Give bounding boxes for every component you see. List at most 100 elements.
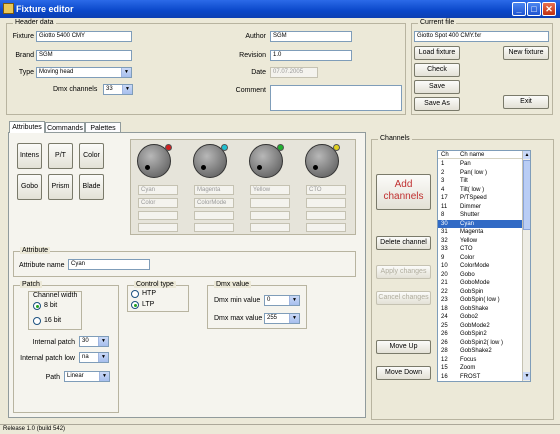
check-button[interactable]: Check <box>414 63 460 77</box>
tab-attributes[interactable]: Attributes <box>9 121 45 133</box>
apply-changes-button[interactable]: Apply changes <box>376 265 431 279</box>
channel-row[interactable]: 22 GobSpin <box>438 288 522 296</box>
channel-row[interactable]: 18 GobShake <box>438 305 522 313</box>
author-field[interactable]: SGM <box>270 31 352 42</box>
channel-name: Pan <box>460 161 471 167</box>
comment-field[interactable] <box>270 85 402 111</box>
knob-extra-field[interactable] <box>138 211 178 220</box>
channel-row[interactable]: 24 Gobo2 <box>438 313 522 321</box>
knob-extra-field[interactable] <box>194 223 234 232</box>
channel-row[interactable]: 26 GobSpin2( low ) <box>438 339 522 347</box>
16bit-radio[interactable] <box>33 317 41 325</box>
ltp-radio[interactable] <box>131 301 139 309</box>
attribute-name-field[interactable]: Cyan <box>68 259 150 270</box>
channel-name: GoboMode <box>460 280 490 286</box>
cancel-changes-button[interactable]: Cancel changes <box>376 291 431 305</box>
knob-extra-field[interactable] <box>250 211 290 220</box>
channel-row[interactable]: 11 Dimmer <box>438 203 522 211</box>
attr-intens-button[interactable]: Intens <box>17 143 42 169</box>
control-type-label: Control type <box>134 281 176 288</box>
revision-field[interactable]: 1.0 <box>270 50 352 61</box>
attr-prism-button[interactable]: Prism <box>48 174 73 200</box>
channel-row[interactable]: 28 GobShake2 <box>438 347 522 355</box>
channel-row[interactable]: 12 Focus <box>438 356 522 364</box>
knob-name-field[interactable]: Yellow <box>250 185 290 195</box>
attr-gobo-button[interactable]: Gobo <box>17 174 42 200</box>
channel-row[interactable]: 8 Shutter <box>438 211 522 219</box>
channel-row[interactable]: 21 GoboMode <box>438 279 522 287</box>
save-as-button[interactable]: Save As <box>414 97 460 111</box>
channel-list[interactable]: Ch Ch name 1 Pan 2 Pan( low ) 3 Tilt 4 Tilt( lo… <box>437 150 531 382</box>
channel-row[interactable]: 33 CTO <box>438 245 522 253</box>
attr-pt-button[interactable]: P/T <box>48 143 73 169</box>
brand-field[interactable]: SGM <box>36 50 132 61</box>
cyan-knob[interactable] <box>137 144 172 178</box>
knob-extra-field[interactable] <box>306 211 346 220</box>
channel-row[interactable]: 4 Tilt( low ) <box>438 186 522 194</box>
magenta-knob[interactable] <box>193 144 228 178</box>
channel-row[interactable]: 26 GobSpin2 <box>438 330 522 338</box>
maximize-button[interactable]: □ <box>527 2 541 16</box>
knob-name-field[interactable]: Magenta <box>194 185 234 195</box>
channel-number: 26 <box>441 339 448 346</box>
channel-row[interactable]: 23 GobSpin( low ) <box>438 296 522 304</box>
channel-row[interactable]: 30 Cyan <box>438 219 522 228</box>
channel-row[interactable]: 31 Magenta <box>438 228 522 236</box>
channel-row[interactable]: 25 GobMode2 <box>438 322 522 330</box>
attr-blade-button[interactable]: Blade <box>79 174 104 200</box>
channel-row[interactable]: 15 Zoom <box>438 364 522 372</box>
fixture-field[interactable]: Giotto 5400 CMY <box>36 31 132 42</box>
save-button[interactable]: Save <box>414 80 460 94</box>
channel-row[interactable]: 32 Yellow <box>438 237 522 245</box>
knob-extra-field[interactable] <box>138 223 178 232</box>
attr-color-button[interactable]: Color <box>79 143 104 169</box>
knob-name-field[interactable]: CTO <box>306 185 346 195</box>
add-channels-button[interactable]: Add channels <box>376 174 431 210</box>
knob-extra-field[interactable] <box>194 211 234 220</box>
exit-button[interactable]: Exit <box>503 95 549 109</box>
cto-knob[interactable] <box>305 144 340 178</box>
minimize-button[interactable]: _ <box>512 2 526 16</box>
knob-extra-field[interactable] <box>250 223 290 232</box>
dmx-value-label: Dmx value <box>214 281 252 288</box>
channel-row[interactable]: 17 P/TSpeed <box>438 194 522 202</box>
type-select[interactable]: Moving head ▼ <box>36 67 132 78</box>
knob-name-field[interactable]: Cyan <box>138 185 178 195</box>
knob-sub-field[interactable]: ColorMode <box>194 198 234 208</box>
scroll-down-icon[interactable]: ▼ <box>523 372 530 380</box>
channel-row[interactable]: 2 Pan( low ) <box>438 169 522 177</box>
dmx-max-select[interactable]: 255 ▼ <box>264 313 300 324</box>
internal-patch-low-select[interactable]: na ▼ <box>79 352 109 363</box>
htp-radio[interactable] <box>131 290 139 298</box>
fixture-label: Fixture <box>12 33 34 40</box>
load-fixture-button[interactable]: Load fixture <box>414 46 460 60</box>
date-field[interactable]: 07.07.2005 <box>270 67 318 78</box>
scroll-thumb[interactable] <box>523 160 530 230</box>
close-button[interactable]: ✕ <box>542 2 556 16</box>
channel-row[interactable]: 1 Pan <box>438 160 522 168</box>
channel-row[interactable]: 20 Gobo <box>438 271 522 279</box>
move-down-button[interactable]: Move Down <box>376 366 431 380</box>
knob-sub-field[interactable]: Color <box>138 198 178 208</box>
8bit-radio[interactable] <box>33 302 41 310</box>
move-up-button[interactable]: Move Up <box>376 340 431 354</box>
knob-sub-field[interactable] <box>250 198 290 208</box>
channel-row[interactable]: 3 Tilt <box>438 177 522 185</box>
internal-patch-select[interactable]: 30 ▼ <box>79 336 109 347</box>
channel-name: CTO <box>460 246 473 252</box>
current-file-field[interactable]: Giotto Spot 400 CMY.fxr <box>414 31 549 42</box>
knob-sub-field[interactable] <box>306 198 346 208</box>
dmx-channels-select[interactable]: 33 ▼ <box>103 84 133 95</box>
channel-row[interactable]: 9 Color <box>438 254 522 262</box>
path-select[interactable]: Linear ▼ <box>64 371 110 382</box>
knob-extra-field[interactable] <box>306 223 346 232</box>
channel-list-scrollbar[interactable]: ▲ ▼ <box>522 151 530 381</box>
delete-channel-button[interactable]: Delete channel <box>376 236 431 250</box>
scroll-up-icon[interactable]: ▲ <box>523 151 530 159</box>
list-header: Ch Ch name <box>438 151 522 159</box>
channel-row[interactable]: 16 FROST <box>438 373 522 381</box>
dmx-min-select[interactable]: 0 ▼ <box>264 295 300 306</box>
yellow-knob[interactable] <box>249 144 284 178</box>
new-fixture-button[interactable]: New fixture <box>503 46 549 60</box>
channel-row[interactable]: 10 ColorMode <box>438 262 522 270</box>
